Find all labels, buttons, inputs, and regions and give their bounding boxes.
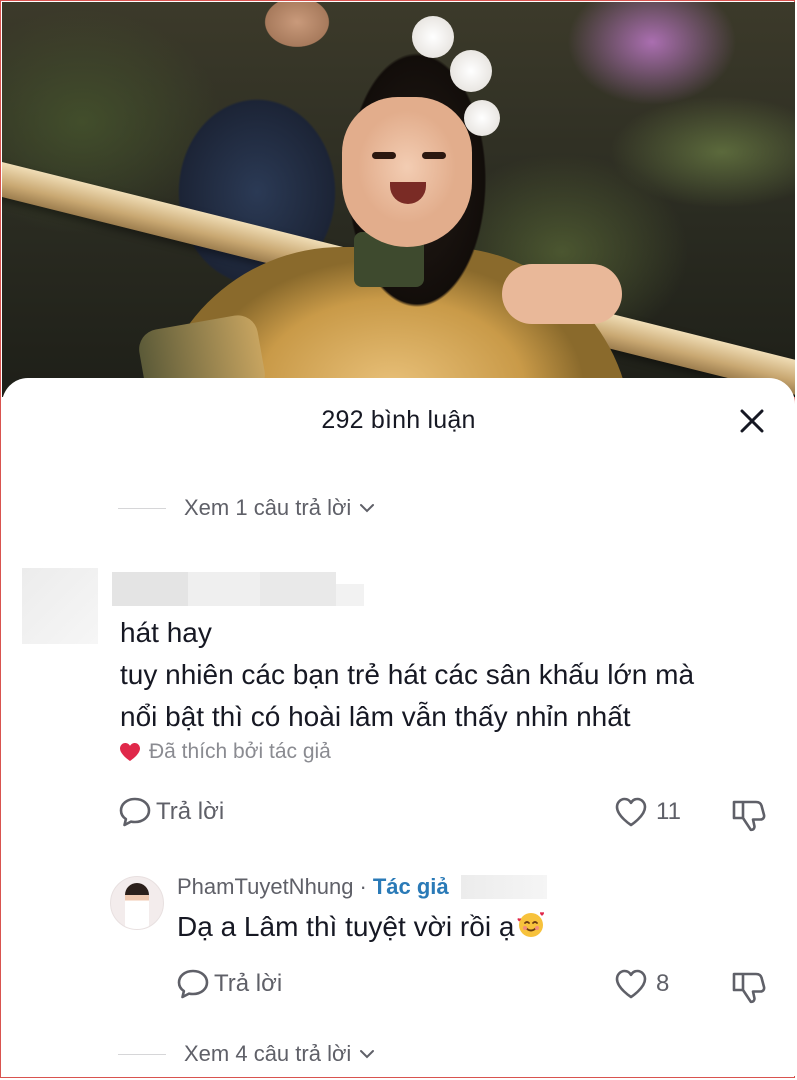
chevron-down-icon <box>359 1048 375 1060</box>
dislike-button[interactable] <box>730 968 768 1004</box>
reply-label: Trả lời <box>156 798 225 825</box>
reply-header: PhamTuyetNhung · Tác giả <box>177 874 547 900</box>
heart-outline-icon <box>614 796 648 828</box>
speech-bubble-icon <box>118 796 152 828</box>
timestamp-blurred <box>460 875 547 899</box>
comment-actions: Trả lời 11 <box>2 790 795 838</box>
dislike-button[interactable] <box>730 796 768 832</box>
commenter-name-blurred <box>336 584 364 606</box>
hair-flower <box>450 50 492 92</box>
commenter-name-blurred[interactable] <box>112 572 336 606</box>
reply-text-content: Dạ a Lâm thì tuyệt vời rồi ạ <box>177 911 515 942</box>
author-badge: Tác giả <box>372 874 449 899</box>
close-button[interactable] <box>724 396 780 446</box>
view-replies-label: Xem 1 câu trả lời <box>184 495 352 520</box>
dancer-hand <box>502 264 622 324</box>
close-icon <box>740 409 764 433</box>
thumbs-down-icon <box>732 972 766 1004</box>
liked-by-author-label: Đã thích bởi tác giả <box>149 740 331 763</box>
singer-eye <box>372 152 396 159</box>
hair-flower <box>412 16 454 58</box>
smiling-face-with-hearts-icon <box>516 910 546 947</box>
divider-line <box>118 507 166 509</box>
speech-bubble-icon <box>176 968 210 1000</box>
reply-label: Trả lời <box>214 970 283 997</box>
reply-text: Dạ a Lâm thì tuyệt vời rồi ạ <box>177 910 546 947</box>
chevron-down-icon <box>359 502 375 514</box>
singer-face <box>342 97 472 247</box>
hair-flower <box>464 100 500 136</box>
view-replies-top[interactable]: Xem 1 câu trả lời <box>118 488 375 528</box>
thumbs-down-icon <box>732 800 766 832</box>
comments-count-title: 292 bình luận <box>321 406 476 434</box>
avatar-figure <box>125 883 149 929</box>
reply-button[interactable]: Trả lời <box>176 968 282 1000</box>
reply-author-avatar[interactable] <box>110 876 164 930</box>
reply-actions: Trả lời 8 <box>2 962 795 1010</box>
like-button[interactable]: 11 <box>614 796 681 828</box>
view-replies-bottom[interactable]: Xem 4 câu trả lời <box>118 1034 375 1074</box>
like-count: 11 <box>656 798 681 825</box>
comment-text: hát hay tuy nhiên các bạn trẻ hát các sâ… <box>120 617 695 732</box>
reply-button[interactable]: Trả lời <box>118 796 224 828</box>
separator-dot: · <box>359 874 367 899</box>
divider-line <box>118 1053 166 1055</box>
singer-eye <box>422 152 446 159</box>
commenter-avatar-blurred[interactable] <box>22 568 98 644</box>
heart-outline-icon <box>614 968 648 1000</box>
comments-sheet: 292 bình luận Xem 1 câu trả lời hát hay … <box>2 378 795 1076</box>
view-replies-label: Xem 4 câu trả lời <box>184 1041 352 1066</box>
video-player[interactable] <box>2 2 795 397</box>
reply-username[interactable]: PhamTuyetNhung <box>177 874 354 900</box>
heart-filled-icon <box>119 742 141 762</box>
liked-by-author: Đã thích bởi tác giả <box>119 740 331 764</box>
like-count: 8 <box>656 970 670 997</box>
like-button[interactable]: 8 <box>614 968 669 1000</box>
